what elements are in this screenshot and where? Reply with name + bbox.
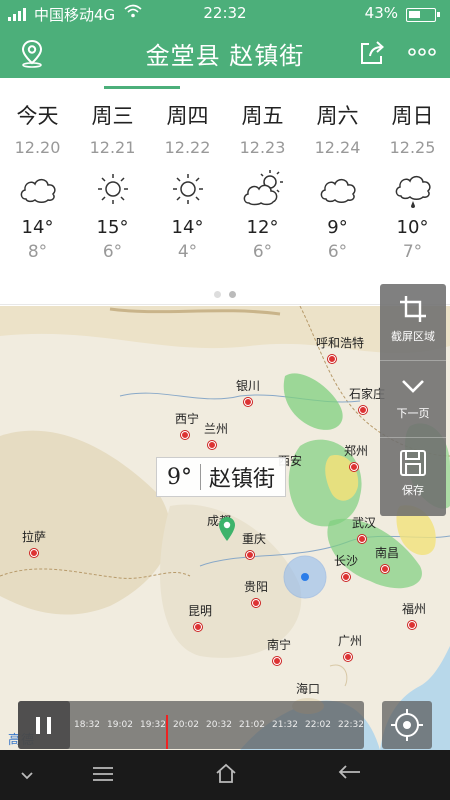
day-name: 今天 — [16, 104, 59, 128]
map-city: 拉萨 — [22, 528, 46, 559]
forecast-day[interactable]: 周三 12.21 15° 6° — [75, 90, 150, 262]
map-city: 呼和浩特 — [316, 334, 364, 365]
low-temp: 7° — [402, 242, 423, 262]
forecast-panel[interactable]: 今天 12.20 14° 8° 周三 12.21 15° 6° 周四 12.22… — [0, 90, 450, 305]
timeline-cursor[interactable] — [166, 715, 168, 749]
cloudy-icon — [16, 169, 60, 209]
back-icon[interactable] — [338, 764, 362, 786]
map-city: 郑州 — [344, 442, 368, 473]
crop-area-label: 截屏区域 — [391, 330, 435, 343]
map-city: 西宁 — [175, 410, 199, 441]
high-temp: 14° — [171, 217, 204, 238]
light-rain-icon — [391, 169, 435, 209]
menu-icon[interactable] — [92, 766, 114, 786]
popup-place: 赵镇街 — [209, 467, 276, 492]
next-page-label: 下一页 — [396, 407, 430, 420]
sunny-icon — [91, 169, 135, 209]
high-temp: 12° — [246, 217, 279, 238]
chevron-down-icon — [402, 380, 424, 393]
timeline-tick: 20:02 — [173, 720, 199, 730]
day-date: 12.22 — [164, 138, 211, 157]
save-label: 保存 — [402, 484, 424, 497]
map-city: 南昌 — [375, 544, 399, 575]
crop-icon — [400, 296, 426, 322]
timeline-tick: 19:32 — [140, 720, 166, 730]
forecast-day[interactable]: 周日 12.25 10° 7° — [375, 90, 450, 262]
timeline-tick: 19:02 — [107, 720, 133, 730]
forecast-day[interactable]: 周五 12.23 12° 6° — [225, 90, 300, 262]
forecast-day[interactable]: 周四 12.22 14° 4° — [150, 90, 225, 262]
day-name: 周日 — [391, 104, 434, 128]
timeline-tick: 22:32 — [338, 720, 364, 730]
map-city: 贵阳 — [244, 578, 268, 609]
popup-divider — [200, 464, 201, 490]
map-city: 兰州 — [204, 420, 228, 451]
low-temp: 8° — [27, 242, 48, 262]
high-temp: 14° — [21, 217, 54, 238]
timeline-tick: 22:02 — [305, 720, 331, 730]
high-temp: 15° — [96, 217, 129, 238]
map-city: 广州 — [338, 632, 362, 663]
map-city: 重庆 — [242, 530, 266, 561]
more-icon[interactable] — [408, 38, 436, 63]
day-name: 周四 — [166, 104, 209, 128]
save-icon — [400, 450, 426, 476]
location-pin-icon[interactable] — [218, 516, 236, 546]
crosshair-icon — [391, 709, 423, 741]
cloudy-icon — [316, 169, 360, 209]
low-temp: 6° — [252, 242, 273, 262]
map-city: 海口 — [296, 682, 321, 696]
low-temp: 6° — [102, 242, 123, 262]
map-city: 武汉 — [352, 514, 376, 545]
low-temp: 6° — [327, 242, 348, 262]
high-temp: 9° — [327, 217, 348, 238]
timeline-tick: 21:32 — [272, 720, 298, 730]
active-tab-indicator — [104, 86, 180, 89]
map-city: 银川 — [236, 377, 260, 408]
battery-percent: 43% — [364, 4, 398, 22]
chevron-down-icon[interactable] — [20, 766, 34, 785]
day-date: 12.20 — [14, 138, 61, 157]
day-date: 12.21 — [89, 138, 136, 157]
day-date: 12.24 — [314, 138, 361, 157]
home-icon[interactable] — [214, 762, 238, 788]
timeline-tick: 20:32 — [206, 720, 232, 730]
title-bar: 金堂县 赵镇街 — [0, 28, 450, 78]
location-popup[interactable]: 9° 赵镇街 — [156, 457, 287, 497]
low-temp: 4° — [177, 242, 198, 262]
day-date: 12.25 — [389, 138, 436, 157]
screenshot-panel: 截屏区域 下一页 保存 — [380, 284, 446, 516]
share-icon[interactable] — [358, 39, 386, 67]
day-name: 周六 — [316, 104, 359, 128]
timeline-tick: 21:02 — [239, 720, 265, 730]
next-page-button[interactable]: 下一页 — [380, 361, 446, 438]
map-city: 昆明 — [188, 602, 212, 633]
forecast-day[interactable]: 周六 12.24 9° 6° — [300, 90, 375, 262]
radar-timeline[interactable]: 18:32 19:02 19:32 20:02 20:32 21:02 21:3… — [18, 701, 364, 749]
crop-area-button[interactable]: 截屏区域 — [380, 284, 446, 361]
map-city: 福州 — [402, 600, 426, 631]
page-dot-active — [229, 291, 236, 298]
status-bar: 中国移动4G 22:32 43% — [0, 0, 450, 28]
forecast-day[interactable]: 今天 12.20 14° 8° — [0, 90, 75, 262]
map-city: 长沙 — [334, 552, 358, 583]
battery-icon — [406, 8, 440, 22]
locate-me-button[interactable] — [382, 701, 432, 749]
day-name: 周三 — [91, 104, 134, 128]
sunny-icon — [166, 169, 210, 209]
high-temp: 10° — [396, 217, 429, 238]
popup-temp: 9° — [167, 464, 192, 490]
tab-indicator-bar — [0, 78, 450, 90]
day-date: 12.23 — [239, 138, 286, 157]
page-dot — [214, 291, 221, 298]
map-city: 南宁 — [267, 636, 291, 667]
day-name: 周五 — [241, 104, 284, 128]
system-nav-bar — [0, 750, 450, 800]
partly-cloudy-icon — [241, 169, 285, 209]
save-button[interactable]: 保存 — [380, 438, 446, 515]
timeline-tick: 18:32 — [74, 720, 100, 730]
pause-button[interactable] — [18, 701, 70, 749]
